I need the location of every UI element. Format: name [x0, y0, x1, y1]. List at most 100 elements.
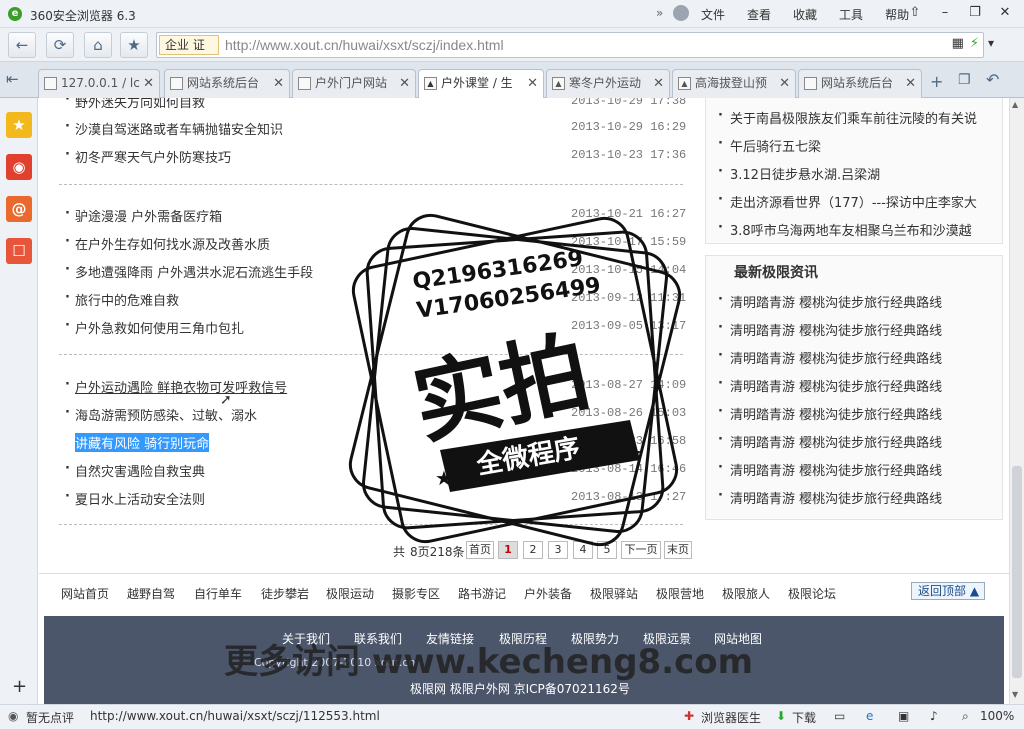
list-item[interactable]: 多地遭强降雨 户外遇洪水泥石流逃生手段 — [65, 262, 313, 281]
list-item[interactable]: 清明踏青游 樱桃沟徒步旅行经典路线 — [718, 292, 942, 311]
footer-nav-link[interactable]: 极限营地 — [656, 585, 704, 602]
minimize-button[interactable]: – — [930, 3, 960, 23]
list-item[interactable]: 在户外生存如何找水源及改善水质 — [65, 234, 270, 253]
tab-1[interactable]: 127.0.0.1 / lc ✕ — [38, 69, 160, 98]
speed-icon[interactable]: ⚡ — [970, 36, 979, 51]
tab-3[interactable]: 户外门户网站 ✕ — [292, 69, 416, 98]
favorite-button[interactable]: ★ — [120, 32, 148, 58]
footer-nav-link[interactable]: 极限运动 — [326, 585, 374, 602]
list-item[interactable]: 关于南昌极限族友们乘车前往沅陵的有关说 — [718, 108, 977, 127]
shopping-icon[interactable]: ☐ — [6, 238, 32, 264]
back-to-top-button[interactable]: 返回顶部 ▲ — [911, 582, 985, 600]
close-button[interactable]: ✕ — [990, 3, 1020, 23]
toolbar-icon[interactable]: ▭ — [834, 709, 845, 723]
tab-close-icon[interactable]: ✕ — [779, 70, 790, 97]
pager-next[interactable]: 下一页 — [621, 541, 661, 559]
qrcode-icon[interactable]: ▦ — [952, 36, 964, 51]
doctor-icon[interactable]: ✚ — [684, 709, 694, 723]
footer-nav-link[interactable]: 极限旅人 — [722, 585, 770, 602]
menu-file[interactable]: 文件 — [690, 6, 736, 23]
tab-close-icon[interactable]: ✕ — [905, 70, 916, 97]
footer-nav-link[interactable]: 徒步攀岩 — [261, 585, 309, 602]
list-item[interactable]: 野外迷失方向如何自救 — [65, 98, 205, 111]
tab-close-icon[interactable]: ✕ — [399, 70, 410, 97]
list-item[interactable]: 旅行中的危难自救 — [65, 290, 179, 309]
cert-badge[interactable]: 企业 证 — [159, 35, 219, 55]
volume-icon[interactable]: ♪ — [930, 709, 938, 723]
undo-close-icon[interactable]: ↶ — [986, 70, 999, 89]
pager-first[interactable]: 首页 — [466, 541, 494, 559]
tab-close-icon[interactable]: ✕ — [653, 70, 664, 97]
weibo-icon[interactable]: ◉ — [6, 154, 32, 180]
list-item[interactable]: 3.12日徒步悬水湖.吕梁湖 — [718, 164, 880, 183]
menu-favorites[interactable]: 收藏 — [782, 6, 828, 23]
review-status[interactable]: 暂无点评 — [26, 709, 74, 726]
add-sidebar-icon[interactable]: + — [12, 676, 27, 697]
new-tab-button[interactable]: + — [930, 72, 943, 91]
list-item-hovered[interactable]: 户外运动遇险 鲜艳衣物可发呼救信号 — [65, 377, 287, 396]
list-item[interactable]: 初冬严寒天气户外防寒技巧 — [65, 147, 231, 166]
scrollbar[interactable]: ▲ ▼ — [1009, 98, 1024, 704]
list-item[interactable]: 沙漠自驾迷路或者车辆抛锚安全知识 — [65, 119, 283, 138]
list-item-selected[interactable]: 讲藏有风险 骑行别玩命 — [65, 433, 210, 452]
list-item[interactable]: 驴途漫漫 户外需备医疗箱 — [65, 206, 222, 225]
pager-page-1[interactable]: 1 — [498, 541, 518, 559]
tab-2[interactable]: 网站系统后台 ✕ — [164, 69, 290, 98]
list-item[interactable]: 午后骑行五七梁 — [718, 136, 821, 155]
tab-5[interactable]: ▲ 寒冬户外运动 ✕ — [546, 69, 670, 98]
download-label[interactable]: 下载 — [792, 709, 816, 726]
footer-nav-link[interactable]: 网站首页 — [61, 585, 109, 602]
refresh-button[interactable]: ⟳ — [46, 32, 74, 58]
tab-6[interactable]: ▲ 高海拔登山预 ✕ — [672, 69, 796, 98]
pager-page-4[interactable]: 4 — [573, 541, 593, 559]
list-item[interactable]: 清明踏青游 樱桃沟徒步旅行经典路线 — [718, 460, 942, 479]
dropdown-icon[interactable]: ▾ — [988, 36, 994, 50]
url-text[interactable]: http://www.xout.cn/huwai/xsxt/sczj/index… — [225, 37, 504, 53]
footer-nav-link[interactable]: 路书游记 — [458, 585, 506, 602]
user-avatar-icon[interactable] — [673, 5, 689, 21]
menu-tools[interactable]: 工具 — [828, 6, 874, 23]
home-button[interactable]: ⌂ — [84, 32, 112, 58]
pager-last[interactable]: 末页 — [664, 541, 692, 559]
footer-nav-link[interactable]: 户外装备 — [524, 585, 572, 602]
tab-list-icon[interactable]: ❐ — [958, 72, 971, 88]
address-bar[interactable]: 企业 证 http://www.xout.cn/huwai/xsxt/sczj/… — [156, 32, 984, 58]
restore-button[interactable]: ❐ — [960, 3, 990, 23]
footer-nav-link[interactable]: 自行单车 — [194, 585, 242, 602]
tab-4-active[interactable]: ▲ 户外课堂 / 生 ✕ — [418, 69, 544, 99]
menu-expand-icon[interactable]: » — [656, 6, 663, 20]
list-item[interactable]: 走出济源看世界（177）---探访中庄李家大 — [718, 192, 977, 211]
pager-page-5[interactable]: 5 — [597, 541, 617, 559]
list-item[interactable]: 清明踏青游 樱桃沟徒步旅行经典路线 — [718, 348, 942, 367]
list-item[interactable]: 自然灾害遇险自救宝典 — [65, 461, 205, 480]
zoom-level[interactable]: 100% — [980, 709, 1014, 723]
window-icon[interactable]: ▣ — [898, 709, 909, 723]
favorites-star-icon[interactable]: ★ — [6, 112, 32, 138]
list-item[interactable]: 清明踏青游 樱桃沟徒步旅行经典路线 — [718, 404, 942, 423]
scroll-up-icon[interactable]: ▲ — [1012, 100, 1018, 109]
pager-page-2[interactable]: 2 — [523, 541, 543, 559]
footer-nav-link[interactable]: 摄影专区 — [392, 585, 440, 602]
pager-page-3[interactable]: 3 — [548, 541, 568, 559]
list-item[interactable]: 清明踏青游 樱桃沟徒步旅行经典路线 — [718, 488, 942, 507]
tab-close-icon[interactable]: ✕ — [143, 70, 154, 97]
ie-icon[interactable]: e — [866, 709, 873, 723]
footer-nav-link[interactable]: 极限论坛 — [788, 585, 836, 602]
list-item[interactable]: 夏日水上活动安全法则 — [65, 489, 205, 508]
pin-icon[interactable]: ⇧ — [900, 3, 930, 23]
tab-7[interactable]: 网站系统后台 ✕ — [798, 69, 922, 98]
scroll-down-icon[interactable]: ▼ — [1012, 690, 1018, 699]
sidebar-toggle-icon[interactable]: ⇤ — [6, 70, 19, 88]
list-item[interactable]: 3.8呼市乌海两地车友相聚乌兰布和沙漠越 — [718, 220, 972, 239]
browser-doctor[interactable]: 浏览器医生 — [701, 709, 761, 726]
scroll-thumb[interactable] — [1012, 466, 1022, 678]
list-item[interactable]: 户外急救如何使用三角巾包扎 — [65, 318, 244, 337]
tab-close-icon[interactable]: ✕ — [273, 70, 284, 97]
footer-nav-link[interactable]: 极限驿站 — [590, 585, 638, 602]
mail-icon[interactable]: @ — [6, 196, 32, 222]
footer-nav-link[interactable]: 越野自驾 — [127, 585, 175, 602]
list-item[interactable]: 清明踏青游 樱桃沟徒步旅行经典路线 — [718, 376, 942, 395]
zoom-icon[interactable]: ⌕ — [962, 709, 969, 724]
review-icon[interactable]: ◉ — [8, 709, 18, 723]
download-icon[interactable]: ⬇ — [776, 709, 786, 723]
